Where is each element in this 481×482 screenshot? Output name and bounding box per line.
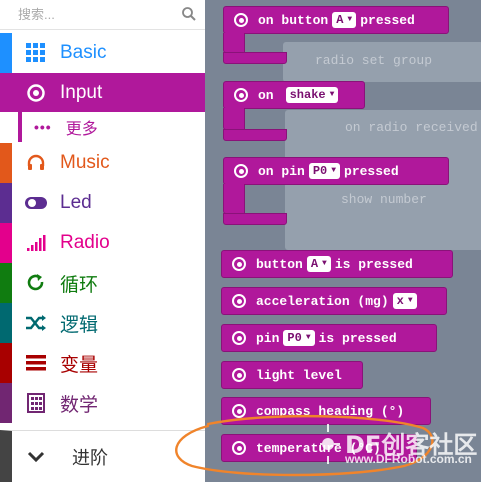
ghost-show-number-text: show number bbox=[341, 192, 427, 207]
input-radio-icon bbox=[232, 404, 246, 418]
input-radio-icon bbox=[232, 257, 246, 271]
dropdown-arrow-icon: ▼ bbox=[347, 15, 353, 24]
block-label: is pressed bbox=[334, 256, 413, 272]
dropdown-arrow-icon: ▼ bbox=[407, 296, 413, 305]
workspace-flyout[interactable]: radio set group on radio received show n… bbox=[205, 0, 481, 482]
dropdown-arrow-icon: ▼ bbox=[329, 90, 335, 99]
lines-icon bbox=[24, 351, 48, 375]
category-logic-label: 逻辑 bbox=[60, 314, 99, 336]
category-led[interactable]: Led bbox=[0, 183, 205, 223]
refresh-icon bbox=[24, 271, 48, 295]
dropdown-value: A bbox=[336, 13, 344, 27]
headphones-icon bbox=[24, 151, 48, 175]
category-basic-label: Basic bbox=[60, 42, 107, 63]
block-acceleration[interactable]: acceleration (mg) x ▼ bbox=[221, 287, 447, 315]
search-icon[interactable] bbox=[181, 6, 197, 22]
shuffle-icon bbox=[24, 311, 48, 335]
ghost-radio-group-text: radio set group bbox=[315, 53, 433, 68]
block-label: pressed bbox=[360, 12, 415, 28]
block-label: pin bbox=[256, 330, 280, 346]
category-radio[interactable]: Radio bbox=[0, 223, 205, 263]
block-c-body bbox=[223, 184, 245, 214]
search-box bbox=[0, 0, 205, 30]
input-radio-icon bbox=[234, 164, 248, 178]
category-logic[interactable]: 逻辑 bbox=[0, 303, 205, 343]
toolbox: Basic Input ••• 更多 Music Led Radio bbox=[0, 0, 205, 482]
input-radio-icon bbox=[234, 88, 248, 102]
axis-dropdown[interactable]: x ▼ bbox=[392, 293, 417, 309]
block-pin-is-pressed[interactable]: pin P0 ▼ is pressed bbox=[221, 324, 437, 352]
block-compass-heading[interactable]: compass heading (°) bbox=[221, 397, 431, 425]
pin-dropdown[interactable]: P0 ▼ bbox=[283, 330, 315, 346]
subcategory-more-label: 更多 bbox=[65, 121, 98, 138]
grid-icon bbox=[24, 41, 48, 65]
dropdown-value: P0 bbox=[287, 331, 302, 345]
category-variables-label: 变量 bbox=[60, 354, 99, 376]
category-radio-label: Radio bbox=[60, 232, 110, 253]
block-c-body bbox=[223, 33, 245, 53]
dropdown-arrow-icon: ▼ bbox=[331, 166, 337, 175]
category-music[interactable]: Music bbox=[0, 143, 205, 183]
category-math-label: 数学 bbox=[60, 394, 99, 416]
category-basic[interactable]: Basic bbox=[0, 33, 205, 73]
dropdown-arrow-icon: ▼ bbox=[305, 333, 311, 342]
block-c-foot bbox=[223, 52, 287, 64]
category-advanced[interactable]: 进阶 bbox=[0, 430, 205, 482]
gesture-dropdown[interactable]: shake ▼ bbox=[285, 87, 339, 103]
block-on-gesture[interactable]: on shake ▼ bbox=[223, 81, 365, 109]
category-loops[interactable]: 循环 bbox=[0, 263, 205, 303]
input-radio-icon bbox=[234, 13, 248, 27]
block-label: on pin bbox=[258, 163, 305, 179]
button-dropdown[interactable]: A ▼ bbox=[332, 12, 357, 28]
input-radio-icon bbox=[232, 368, 246, 382]
input-radio-icon bbox=[232, 294, 246, 308]
subcategory-more[interactable]: ••• 更多 bbox=[0, 112, 205, 142]
block-label: on button bbox=[258, 12, 329, 28]
category-variables[interactable]: 变量 bbox=[0, 343, 205, 383]
dropdown-value: shake bbox=[289, 88, 326, 102]
block-label: acceleration (mg) bbox=[256, 293, 389, 309]
dropdown-arrow-icon: ▼ bbox=[322, 259, 327, 268]
dots-icon: ••• bbox=[34, 119, 52, 135]
block-c-body bbox=[223, 108, 245, 130]
block-label: is pressed bbox=[318, 330, 397, 346]
block-label: compass heading (°) bbox=[256, 403, 405, 419]
block-c-foot bbox=[223, 129, 287, 141]
calculator-icon bbox=[24, 391, 48, 415]
category-input[interactable]: Input bbox=[0, 73, 205, 113]
block-label: light level bbox=[256, 367, 342, 383]
button-dropdown[interactable]: A ▼ bbox=[306, 256, 331, 272]
category-led-label: Led bbox=[60, 192, 92, 213]
dropdown-value: A bbox=[310, 257, 319, 271]
watermark-url: www.DFRobot.com.cn bbox=[345, 452, 472, 466]
input-radio-icon bbox=[232, 441, 246, 455]
block-label: on bbox=[258, 87, 274, 103]
block-label: pressed bbox=[344, 163, 399, 179]
dropdown-value: x bbox=[396, 294, 404, 308]
block-c-foot bbox=[223, 213, 287, 225]
block-button-is-pressed[interactable]: button A ▼ is pressed bbox=[221, 250, 453, 278]
chevron-down-icon bbox=[24, 451, 48, 463]
block-label: button bbox=[256, 256, 303, 272]
category-loops-label: 循环 bbox=[60, 274, 99, 296]
signal-bars-icon bbox=[24, 231, 48, 255]
search-input[interactable] bbox=[6, 4, 184, 24]
block-light-level[interactable]: light level bbox=[221, 361, 363, 389]
block-on-pin-pressed[interactable]: on pin P0 ▼ pressed bbox=[223, 157, 449, 185]
dropdown-value: P0 bbox=[312, 164, 328, 178]
category-input-label: Input bbox=[60, 82, 103, 103]
radio-icon bbox=[24, 81, 48, 105]
category-advanced-label: 进阶 bbox=[72, 447, 108, 468]
ghost-radio-received-text: on radio received bbox=[345, 120, 478, 135]
category-math[interactable]: 数学 bbox=[0, 383, 205, 423]
pin-dropdown[interactable]: P0 ▼ bbox=[308, 163, 341, 179]
category-music-label: Music bbox=[60, 152, 110, 173]
input-radio-icon bbox=[232, 331, 246, 345]
toggle-icon bbox=[24, 191, 48, 215]
block-on-button-pressed[interactable]: on button A ▼ pressed bbox=[223, 6, 449, 34]
subcategory-indicator bbox=[18, 112, 22, 142]
